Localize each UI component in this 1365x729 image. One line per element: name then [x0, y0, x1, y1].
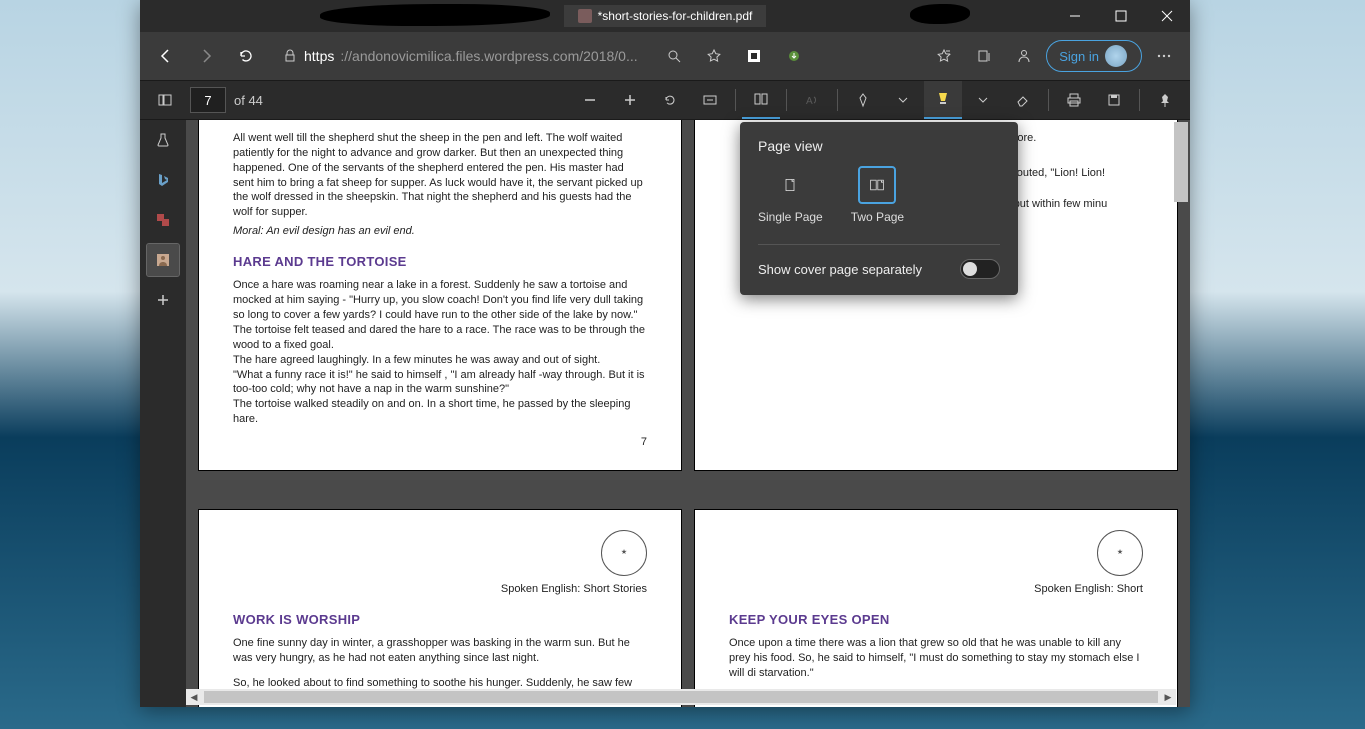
- content-area: All went well till the shepherd shut the…: [140, 120, 1190, 707]
- rail-translate-icon[interactable]: [147, 204, 179, 236]
- cover-label: Show cover page separately: [758, 262, 922, 277]
- seal-icon: ★: [601, 530, 647, 576]
- scroll-thumb[interactable]: [204, 691, 1158, 703]
- p7-moral: Moral: An evil design has an evil end.: [233, 224, 647, 239]
- page-7: All went well till the shepherd shut the…: [198, 120, 682, 471]
- address-bar[interactable]: https ://andonovicmilica.files.wordpress.…: [276, 44, 644, 68]
- highlight-chevron[interactable]: [964, 81, 1002, 119]
- signin-label: Sign in: [1059, 49, 1099, 64]
- p7-title2: HARE AND THE TORTOISE: [233, 253, 647, 271]
- redaction-mark: [910, 4, 970, 24]
- p7-b2b: The tortoise felt teased and dared the h…: [233, 323, 647, 353]
- p9-title: WORK IS WORSHIP: [233, 611, 647, 629]
- signin-button[interactable]: Sign in: [1046, 40, 1142, 72]
- page-view-button[interactable]: [742, 81, 780, 119]
- rail-bing-icon[interactable]: [147, 164, 179, 196]
- cover-toggle[interactable]: [960, 259, 1000, 279]
- zoom-out-button[interactable]: [571, 81, 609, 119]
- window-controls: [1052, 0, 1190, 32]
- url-path: ://andonovicmilica.files.wordpress.com/2…: [340, 48, 637, 64]
- p10-b1: Once upon a time there was a lion that g…: [729, 636, 1143, 681]
- page-10: ★ Spoken English: Short KEEP YOUR EYES O…: [694, 509, 1178, 707]
- zoom-in-button[interactable]: [611, 81, 649, 119]
- p9-sub: Spoken English: Short Stories: [233, 582, 647, 597]
- read-aloud-button[interactable]: A: [793, 81, 831, 119]
- scroll-right-icon[interactable]: ▶: [1160, 689, 1176, 705]
- url-scheme: https: [304, 48, 334, 64]
- vertical-scroll-thumb[interactable]: [1174, 122, 1188, 202]
- scroll-left-icon[interactable]: ◀: [186, 689, 202, 705]
- page-9: ★ Spoken English: Short Stories WORK IS …: [198, 509, 682, 707]
- close-button[interactable]: [1144, 0, 1190, 32]
- refresh-button[interactable]: [228, 38, 264, 74]
- more-button[interactable]: [1146, 38, 1182, 74]
- single-page-label: Single Page: [758, 210, 823, 224]
- downloads-button[interactable]: [776, 38, 812, 74]
- page-of-label: of 44: [234, 93, 263, 108]
- highlight-button[interactable]: [924, 81, 962, 119]
- draw-button[interactable]: [844, 81, 882, 119]
- draw-chevron[interactable]: [884, 81, 922, 119]
- rail-profile-icon[interactable]: [147, 244, 179, 276]
- svg-text:A: A: [806, 96, 813, 107]
- page-input[interactable]: [190, 87, 226, 113]
- rail-flask-icon[interactable]: [147, 124, 179, 156]
- tab-title: *short-stories-for-children.pdf: [598, 9, 753, 23]
- back-button[interactable]: [148, 38, 184, 74]
- avatar-icon: [1105, 45, 1127, 67]
- p7-b2e: The tortoise walked steadily on and on. …: [233, 397, 647, 427]
- app-window: *short-stories-for-children.pdf https ://…: [140, 0, 1190, 707]
- horizontal-scrollbar[interactable]: ◀ ▶: [186, 689, 1176, 705]
- page-view-popup: Page view Single Page Two Page Show cove…: [740, 122, 1018, 295]
- collections-button[interactable]: [966, 38, 1002, 74]
- favorite-button[interactable]: [696, 38, 732, 74]
- zoom-icon[interactable]: [656, 38, 692, 74]
- rotate-button[interactable]: [651, 81, 689, 119]
- maximize-button[interactable]: [1098, 0, 1144, 32]
- p7-b2a: Once a hare was roaming near a lake in a…: [233, 278, 647, 323]
- lock-icon: [282, 48, 298, 64]
- p10-sub: Spoken English: Short: [729, 582, 1143, 597]
- forward-button[interactable]: [188, 38, 224, 74]
- fit-button[interactable]: [691, 81, 729, 119]
- single-page-option[interactable]: Single Page: [758, 168, 823, 224]
- title-bar: *short-stories-for-children.pdf: [140, 0, 1190, 32]
- pdf-viewer[interactable]: All went well till the shepherd shut the…: [186, 120, 1190, 707]
- p7-number: 7: [233, 435, 647, 450]
- p7-b2c: The hare agreed laughingly. In a few min…: [233, 353, 647, 368]
- tab-current[interactable]: *short-stories-for-children.pdf: [564, 5, 767, 27]
- seal-icon: ★: [1097, 530, 1143, 576]
- browser-toolbar: https ://andonovicmilica.files.wordpress.…: [140, 32, 1190, 80]
- p7-body1: All went well till the shepherd shut the…: [233, 131, 647, 220]
- tracking-button[interactable]: [736, 38, 772, 74]
- two-page-label: Two Page: [851, 210, 904, 224]
- side-rail: [140, 120, 186, 707]
- popup-title: Page view: [758, 138, 1000, 154]
- p9-b1: One fine sunny day in winter, a grasshop…: [233, 636, 647, 666]
- erase-button[interactable]: [1004, 81, 1042, 119]
- minimize-button[interactable]: [1052, 0, 1098, 32]
- redaction-mark: [320, 4, 550, 26]
- pin-toolbar-button[interactable]: [1146, 81, 1184, 119]
- p7-b2d: "What a funny race it is!" he said to hi…: [233, 368, 647, 398]
- profile-button[interactable]: [1006, 38, 1042, 74]
- file-icon: [578, 9, 592, 23]
- save-button[interactable]: [1095, 81, 1133, 119]
- two-page-option[interactable]: Two Page: [851, 168, 904, 224]
- pdf-toolbar: of 44 A: [140, 80, 1190, 120]
- contents-button[interactable]: [146, 81, 184, 119]
- p10-title: KEEP YOUR EYES OPEN: [729, 611, 1143, 629]
- favorites-bar-button[interactable]: [926, 38, 962, 74]
- rail-add-icon[interactable]: [147, 284, 179, 316]
- print-button[interactable]: [1055, 81, 1093, 119]
